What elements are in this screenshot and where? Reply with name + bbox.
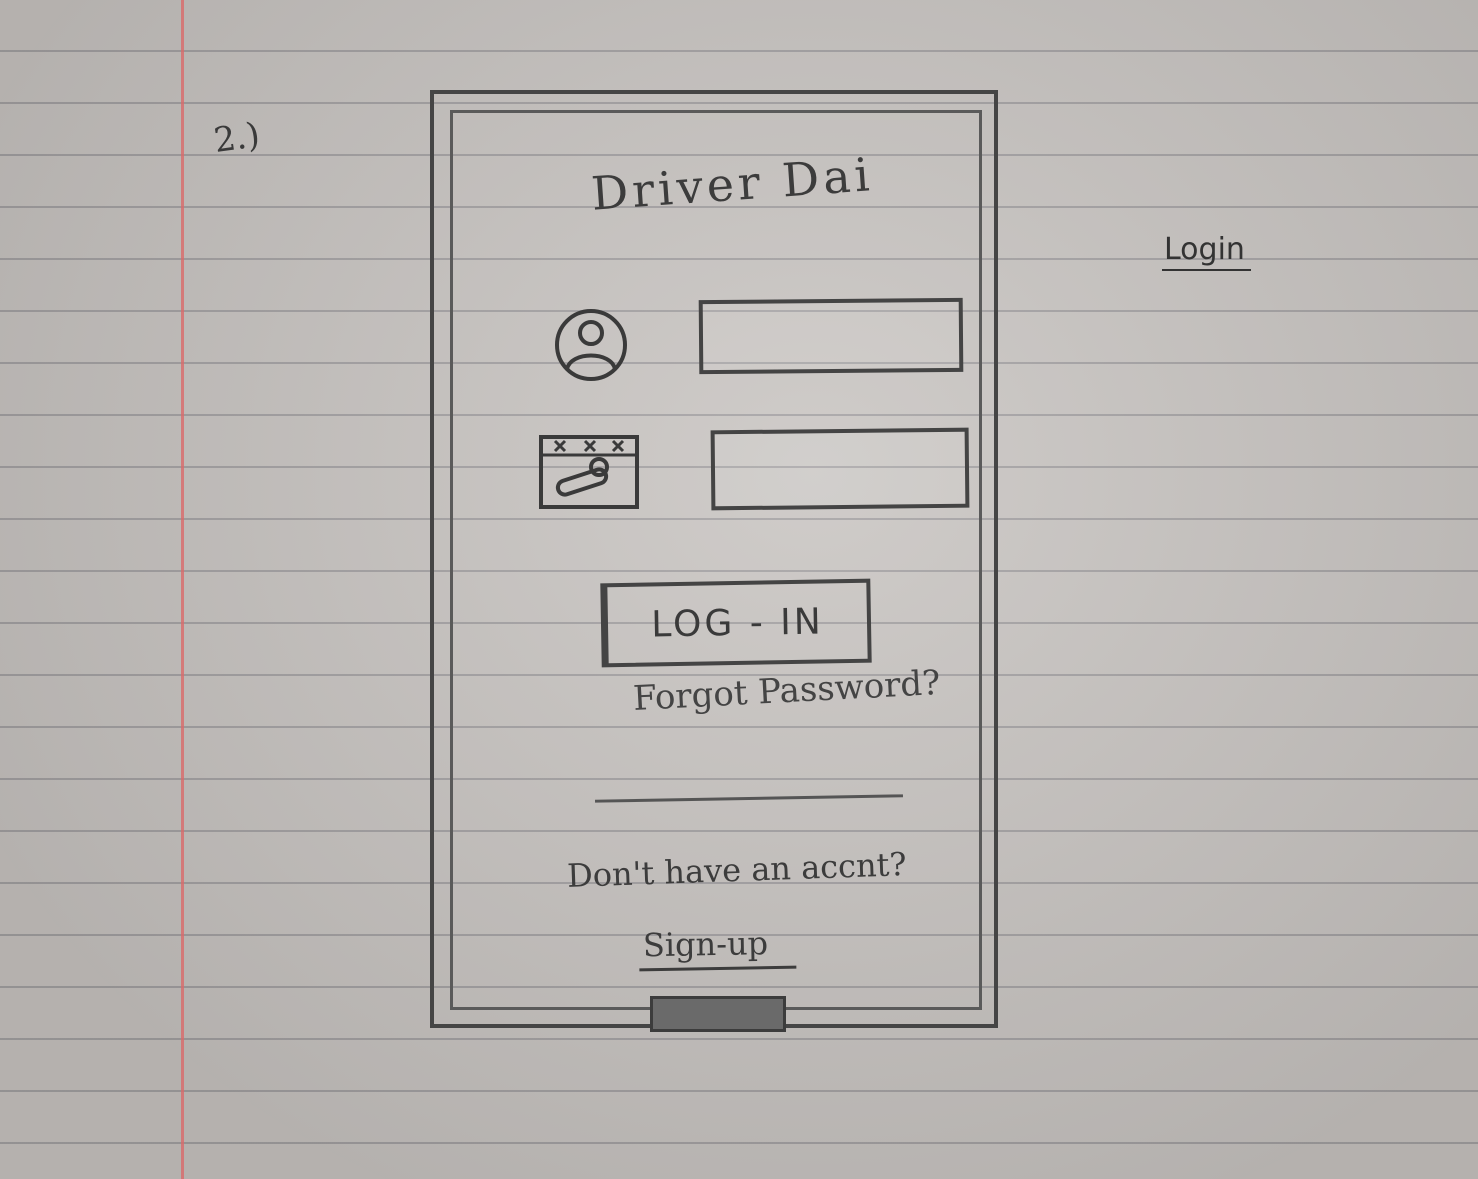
app-title: Driver Dai <box>589 147 875 221</box>
signup-prompt: Don't have an accnt? <box>566 845 908 895</box>
user-icon <box>555 309 627 381</box>
login-button[interactable]: LOG - IN <box>600 578 872 668</box>
phone-frame: Driver Dai LOG - IN Forgot Password? Don… <box>430 90 998 1032</box>
sketch-number: 2.) <box>211 115 263 161</box>
screen-caption: Login <box>1162 232 1251 271</box>
home-button[interactable] <box>650 996 786 1032</box>
key-card-icon <box>539 435 639 509</box>
username-field[interactable] <box>698 297 964 375</box>
phone-screen: Driver Dai LOG - IN Forgot Password? Don… <box>450 110 982 1010</box>
signup-link[interactable]: Sign-up <box>638 923 797 972</box>
password-field[interactable] <box>710 427 970 511</box>
forgot-password-link[interactable]: Forgot Password? <box>632 663 941 719</box>
divider <box>594 794 904 803</box>
notebook-margin-line <box>181 0 184 1179</box>
